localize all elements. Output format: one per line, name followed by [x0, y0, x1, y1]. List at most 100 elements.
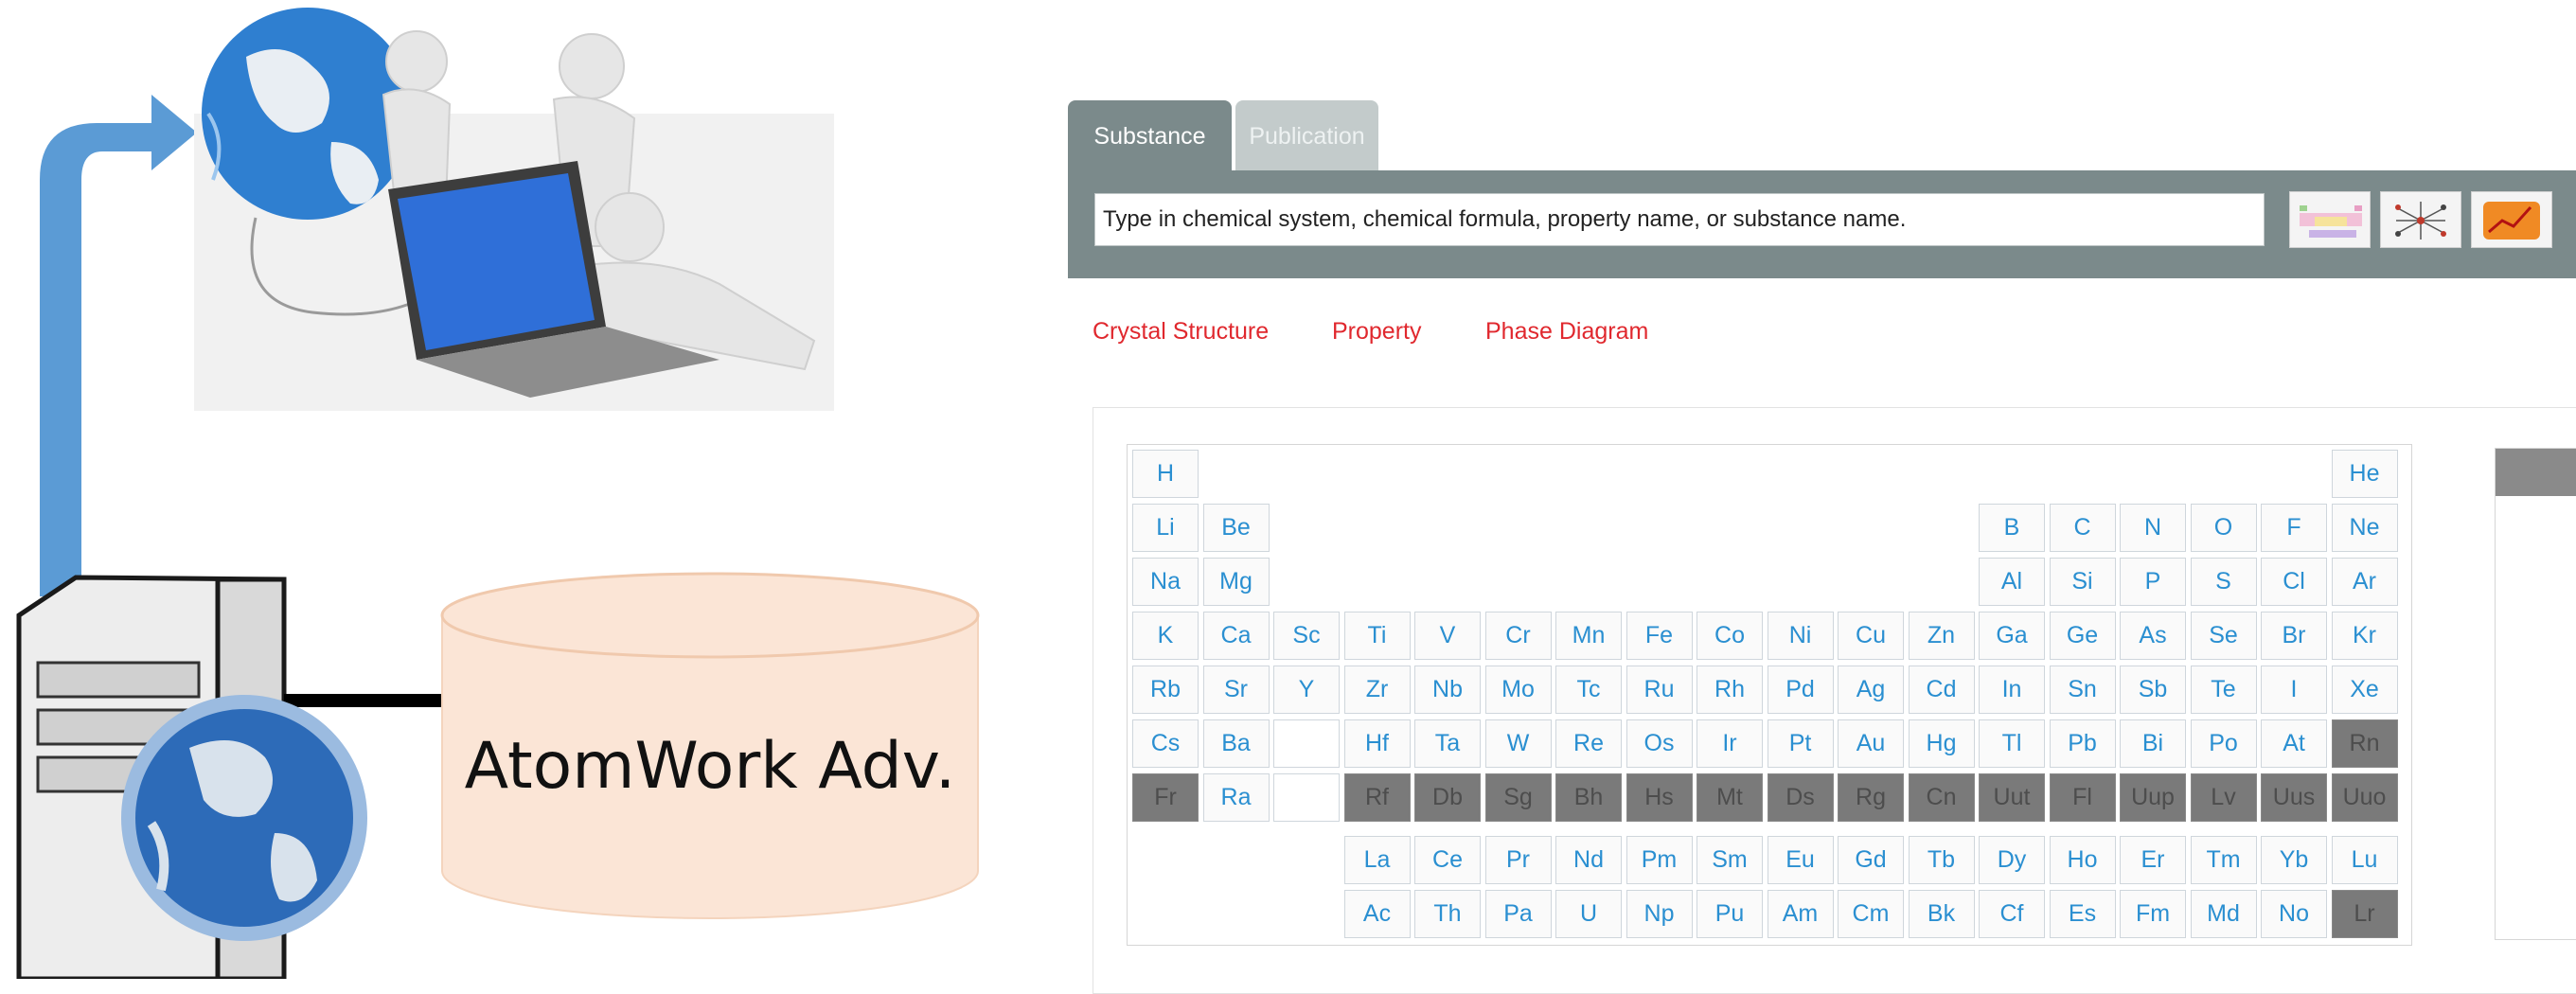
element-rh[interactable]: Rh — [1697, 666, 1763, 714]
element-bh[interactable]: Bh — [1555, 773, 1622, 822]
element-au[interactable]: Au — [1838, 719, 1904, 768]
element-sm[interactable]: Sm — [1697, 836, 1763, 884]
element-be[interactable]: Be — [1202, 504, 1270, 552]
element-sr[interactable]: Sr — [1202, 666, 1270, 714]
element-mg[interactable]: Mg — [1202, 558, 1270, 606]
element-sc[interactable]: Sc — [1273, 612, 1340, 660]
crystal-structure-button[interactable] — [2380, 191, 2461, 248]
element-al[interactable]: Al — [1979, 558, 2045, 606]
element-fr[interactable]: Fr — [1132, 773, 1199, 822]
element-br[interactable]: Br — [2261, 612, 2327, 660]
element-te[interactable]: Te — [2190, 666, 2257, 714]
tab-substance[interactable]: Substance — [1068, 100, 1232, 172]
element-hs[interactable]: Hs — [1626, 773, 1693, 822]
element-uup[interactable]: Uup — [2120, 773, 2186, 822]
element-ir[interactable]: Ir — [1697, 719, 1763, 768]
element-hg[interactable]: Hg — [1908, 719, 1975, 768]
element-f[interactable]: F — [2261, 504, 2327, 552]
element-lu[interactable]: Lu — [2331, 836, 2398, 884]
property-link[interactable]: Property — [1332, 318, 1421, 346]
element-mt[interactable]: Mt — [1697, 773, 1763, 822]
element-b[interactable]: B — [1979, 504, 2045, 552]
element-k[interactable]: K — [1132, 612, 1199, 660]
element-pu[interactable]: Pu — [1697, 890, 1763, 938]
element-tc[interactable]: Tc — [1555, 666, 1622, 714]
element-cn[interactable]: Cn — [1908, 773, 1975, 822]
element-am[interactable]: Am — [1767, 890, 1834, 938]
element-in[interactable]: In — [1979, 666, 2045, 714]
element-pt[interactable]: Pt — [1767, 719, 1834, 768]
element-cr[interactable]: Cr — [1484, 612, 1552, 660]
element-c[interactable]: C — [2049, 504, 2116, 552]
element-pm[interactable]: Pm — [1626, 836, 1693, 884]
element-sn[interactable]: Sn — [2049, 666, 2116, 714]
element-tl[interactable]: Tl — [1979, 719, 2045, 768]
element-pr[interactable]: Pr — [1484, 836, 1552, 884]
element-er[interactable]: Er — [2120, 836, 2186, 884]
element-li[interactable]: Li — [1132, 504, 1199, 552]
element-at[interactable]: At — [2261, 719, 2327, 768]
element-lr[interactable]: Lr — [2331, 890, 2398, 938]
element-ce[interactable]: Ce — [1414, 836, 1481, 884]
element-cl[interactable]: Cl — [2261, 558, 2327, 606]
element-sg[interactable]: Sg — [1484, 773, 1552, 822]
element-rn[interactable]: Rn — [2331, 719, 2398, 768]
element-he[interactable]: He — [2331, 450, 2398, 498]
element-ge[interactable]: Ge — [2049, 612, 2116, 660]
element-pa[interactable]: Pa — [1484, 890, 1552, 938]
element-cf[interactable]: Cf — [1979, 890, 2045, 938]
element-ne[interactable]: Ne — [2331, 504, 2398, 552]
element-uuo[interactable]: Uuo — [2331, 773, 2398, 822]
element-pd[interactable]: Pd — [1767, 666, 1834, 714]
element-ac[interactable]: Ac — [1343, 890, 1411, 938]
element-si[interactable]: Si — [2049, 558, 2116, 606]
element-co[interactable]: Co — [1697, 612, 1763, 660]
element-ta[interactable]: Ta — [1414, 719, 1481, 768]
element-nd[interactable]: Nd — [1555, 836, 1622, 884]
element-i[interactable]: I — [2261, 666, 2327, 714]
element-cd[interactable]: Cd — [1908, 666, 1975, 714]
element-u[interactable]: U — [1555, 890, 1622, 938]
element-po[interactable]: Po — [2190, 719, 2257, 768]
element-sb[interactable]: Sb — [2120, 666, 2186, 714]
element-ga[interactable]: Ga — [1979, 612, 2045, 660]
tab-publication[interactable]: Publication — [1235, 100, 1378, 172]
element-as[interactable]: As — [2120, 612, 2186, 660]
element-cs[interactable]: Cs — [1132, 719, 1199, 768]
element-tm[interactable]: Tm — [2190, 836, 2257, 884]
element-ag[interactable]: Ag — [1838, 666, 1904, 714]
element-ar[interactable]: Ar — [2331, 558, 2398, 606]
search-input[interactable] — [1094, 193, 2265, 246]
element-os[interactable]: Os — [1626, 719, 1693, 768]
element-uut[interactable]: Uut — [1979, 773, 2045, 822]
periodic-table-button[interactable] — [2289, 191, 2371, 248]
element-v[interactable]: V — [1414, 612, 1481, 660]
element-kr[interactable]: Kr — [2331, 612, 2398, 660]
element-pb[interactable]: Pb — [2049, 719, 2116, 768]
element-xe[interactable]: Xe — [2331, 666, 2398, 714]
element-lv[interactable]: Lv — [2190, 773, 2257, 822]
element-uus[interactable]: Uus — [2261, 773, 2327, 822]
element-dy[interactable]: Dy — [1979, 836, 2045, 884]
element-cu[interactable]: Cu — [1838, 612, 1904, 660]
element-zn[interactable]: Zn — [1908, 612, 1975, 660]
element-mn[interactable]: Mn — [1555, 612, 1622, 660]
element-yb[interactable]: Yb — [2261, 836, 2327, 884]
element-bi[interactable]: Bi — [2120, 719, 2186, 768]
crystal-structure-link[interactable]: Crystal Structure — [1093, 318, 1269, 346]
element-rf[interactable]: Rf — [1343, 773, 1411, 822]
element-ca[interactable]: Ca — [1202, 612, 1270, 660]
element-md[interactable]: Md — [2190, 890, 2257, 938]
chart-button[interactable] — [2471, 191, 2552, 248]
element-ni[interactable]: Ni — [1767, 612, 1834, 660]
element-s[interactable]: S — [2190, 558, 2257, 606]
element-ds[interactable]: Ds — [1767, 773, 1834, 822]
element-ra[interactable]: Ra — [1202, 773, 1270, 822]
element-bk[interactable]: Bk — [1908, 890, 1975, 938]
phase-diagram-link[interactable]: Phase Diagram — [1485, 318, 1648, 346]
element-rg[interactable]: Rg — [1838, 773, 1904, 822]
element-np[interactable]: Np — [1626, 890, 1693, 938]
element-db[interactable]: Db — [1414, 773, 1481, 822]
element-y[interactable]: Y — [1273, 666, 1340, 714]
element-ba[interactable]: Ba — [1202, 719, 1270, 768]
